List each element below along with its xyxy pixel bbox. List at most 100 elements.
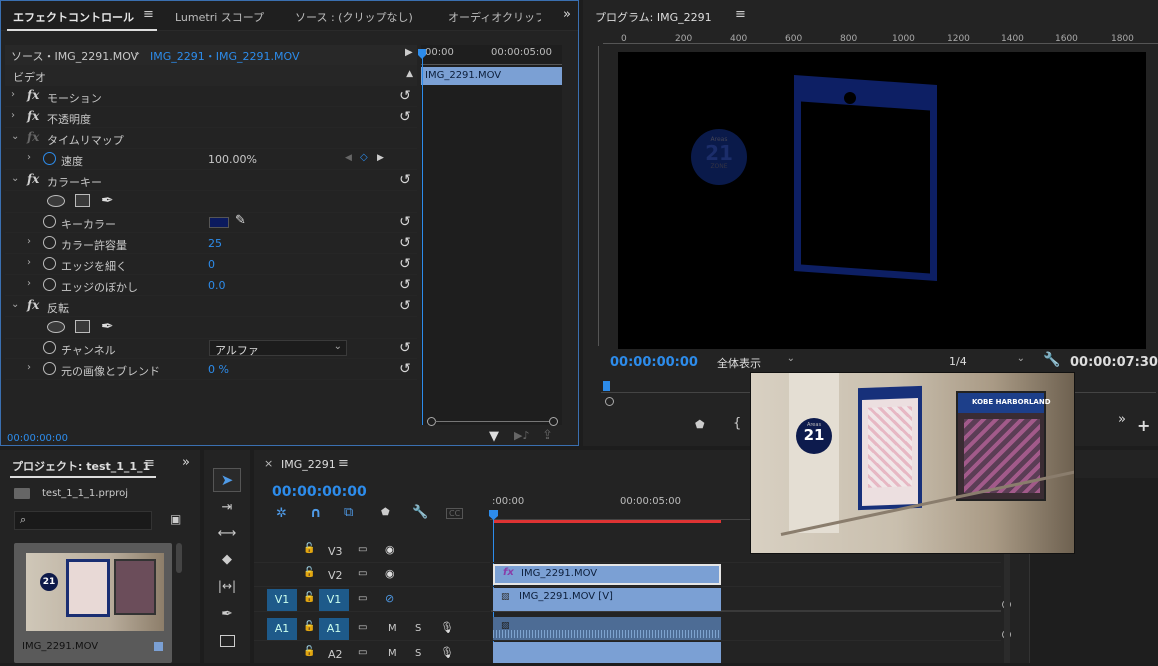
reset-icon[interactable]: ↺ (397, 172, 413, 188)
stopwatch-icon[interactable] (43, 341, 56, 354)
prev-keyframe-icon[interactable]: ◀ (345, 153, 352, 163)
microphone-icon[interactable]: 🎙 (440, 621, 454, 634)
razor-tool-icon[interactable]: ◆ (213, 548, 241, 572)
effect-row-channel[interactable]: チャンネル アルファ ⌄ ↺ (5, 338, 417, 359)
track-name-a1[interactable]: A1 (319, 618, 349, 640)
chevron-right-icon[interactable]: › (11, 110, 15, 121)
ec-playhead[interactable] (422, 49, 423, 425)
fx-icon[interactable]: fx (27, 172, 39, 186)
program-video-frame[interactable]: Areas 21 ZONE (618, 52, 1146, 349)
add-keyframe-icon[interactable]: ◇ (360, 152, 368, 163)
microphone-icon[interactable]: 🎙 (440, 646, 454, 659)
lock-icon[interactable]: 🔓 (303, 592, 315, 603)
fx-icon[interactable]: fx (27, 88, 39, 102)
play-icon[interactable]: ▶ (405, 47, 413, 58)
hamburger-icon[interactable]: ≡ (143, 7, 154, 22)
sync-lock-icon[interactable]: ▭ (358, 544, 367, 555)
reset-icon[interactable]: ↺ (397, 235, 413, 251)
sync-lock-icon[interactable]: ▭ (358, 593, 367, 604)
effect-row-tolerance[interactable]: › カラー許容量 25 ↺ (5, 233, 417, 254)
track-select-tool-icon[interactable]: ⇥ (213, 496, 241, 520)
close-icon[interactable]: × (264, 457, 273, 470)
hamburger-icon[interactable]: ≡ (144, 456, 155, 471)
fx-icon[interactable]: fx (27, 298, 39, 312)
effect-row-edge-feather[interactable]: › エッジのぼかし 0.0 ↺ (5, 275, 417, 296)
wrench-icon[interactable]: 🔧 (1043, 352, 1060, 368)
effect-row-edge-thin[interactable]: › エッジを細く 0 ↺ (5, 254, 417, 275)
overflow-icon[interactable]: » (1118, 412, 1126, 427)
ripple-edit-tool-icon[interactable]: ⟷ (213, 522, 241, 546)
chevron-right-icon[interactable]: › (27, 362, 31, 373)
chevron-right-icon[interactable]: › (27, 236, 31, 247)
reset-icon[interactable]: ↺ (397, 277, 413, 293)
timeline-clip-v2[interactable]: fx IMG_2291.MOV (493, 564, 721, 585)
export-icon[interactable]: ⇪ (542, 428, 553, 443)
sync-lock-icon[interactable]: ▭ (358, 647, 367, 658)
lock-icon[interactable]: 🔓 (303, 567, 315, 578)
chevron-right-icon[interactable]: › (27, 278, 31, 289)
zoom-select[interactable]: 全体表示 ⌄ (713, 353, 799, 371)
stopwatch-icon[interactable] (43, 152, 56, 165)
stopwatch-icon[interactable] (43, 215, 56, 228)
timeline-clip-v1[interactable]: ▨ IMG_2291.MOV [V] (493, 588, 721, 611)
collapse-up-icon[interactable]: ▲ (406, 69, 413, 79)
effect-row-color-key[interactable]: ⌄ fx カラーキー ↺ (5, 170, 417, 191)
tab-lumetri-scopes[interactable]: Lumetri スコープ (175, 9, 264, 25)
chevron-right-icon[interactable]: › (27, 152, 31, 163)
ec-mini-timeline[interactable]: 00:00 00:00:05:00 IMG_2291.MOV (418, 45, 562, 425)
project-title[interactable]: プロジェクト: test_1_1_1 (12, 458, 150, 474)
marker-icon[interactable]: ⬟ (695, 418, 705, 431)
in-out-range-bar[interactable] (493, 520, 721, 523)
solo-button[interactable]: S (415, 623, 421, 634)
program-timecode[interactable]: 00:00:00:00 (610, 355, 698, 370)
panel-overflow-icon[interactable]: » (563, 7, 571, 22)
ellipse-mask-icon[interactable] (47, 195, 65, 207)
project-item-thumbnail[interactable]: 21 IMG_2291.MOV (14, 543, 172, 663)
pen-mask-icon[interactable]: ✒ (101, 191, 114, 209)
tab-audio-clip[interactable]: オーディオクリップ (448, 9, 541, 25)
reset-icon[interactable]: ↺ (397, 298, 413, 314)
slip-tool-icon[interactable]: |↔| (213, 574, 241, 598)
timeline-clip-a1[interactable]: ▨ (493, 617, 721, 640)
hamburger-icon[interactable]: ≡ (735, 7, 746, 22)
reset-icon[interactable]: ↺ (397, 340, 413, 356)
channel-select[interactable]: アルファ ⌄ (209, 340, 347, 357)
track-name-v3[interactable]: V3 (328, 545, 343, 558)
edge-thin-value[interactable]: 0 (208, 258, 215, 271)
reset-icon[interactable]: ↺ (397, 109, 413, 125)
rectangle-mask-icon[interactable] (75, 320, 90, 333)
zoom-scroll-handle[interactable] (605, 397, 614, 406)
effect-row-blend[interactable]: › 元の画像とブレンド 0 % ↺ (5, 359, 417, 380)
project-search-input[interactable]: ⌕ (14, 511, 152, 530)
effect-row-key-color[interactable]: キーカラー ✎ ↺ (5, 212, 417, 233)
add-marker-icon[interactable]: ⬟ (381, 507, 390, 518)
mute-button[interactable]: M (388, 648, 397, 659)
stopwatch-icon[interactable] (43, 278, 56, 291)
ec-clip-bar[interactable]: IMG_2291.MOV (421, 67, 562, 85)
mute-button[interactable]: M (388, 623, 397, 634)
track-name-v1[interactable]: V1 (319, 589, 349, 611)
ec-footer-timecode[interactable]: 00:00:00:00 (7, 433, 68, 444)
key-color-swatch[interactable] (209, 217, 229, 228)
lock-icon[interactable]: 🔓 (303, 621, 315, 632)
play-audio-icon[interactable]: ▶♪ (514, 429, 529, 442)
reset-icon[interactable]: ↺ (397, 88, 413, 104)
timeline-clip-a2[interactable] (493, 642, 721, 663)
reset-icon[interactable]: ↺ (397, 256, 413, 272)
stopwatch-icon[interactable] (43, 362, 56, 375)
effect-row-invert[interactable]: ⌄ fx 反転 ↺ (5, 296, 417, 317)
new-bin-icon[interactable]: ▣ (170, 512, 181, 526)
timeline-title[interactable]: IMG_2291 (281, 458, 336, 471)
program-playhead[interactable] (603, 381, 610, 391)
nest-icon[interactable]: ✲ (276, 506, 287, 521)
selection-tool-icon[interactable]: ➤ (213, 468, 241, 492)
next-keyframe-icon[interactable]: ▶ (377, 153, 384, 163)
chevron-right-icon[interactable]: › (27, 257, 31, 268)
track-name-a2[interactable]: A2 (328, 648, 343, 661)
eye-icon[interactable]: ◉ (385, 543, 395, 556)
tolerance-value[interactable]: 25 (208, 237, 222, 250)
captions-icon[interactable]: CC (446, 508, 464, 519)
panel-overflow-icon[interactable]: » (182, 455, 190, 470)
rectangle-mask-icon[interactable] (75, 194, 90, 207)
reset-icon[interactable]: ↺ (397, 214, 413, 230)
